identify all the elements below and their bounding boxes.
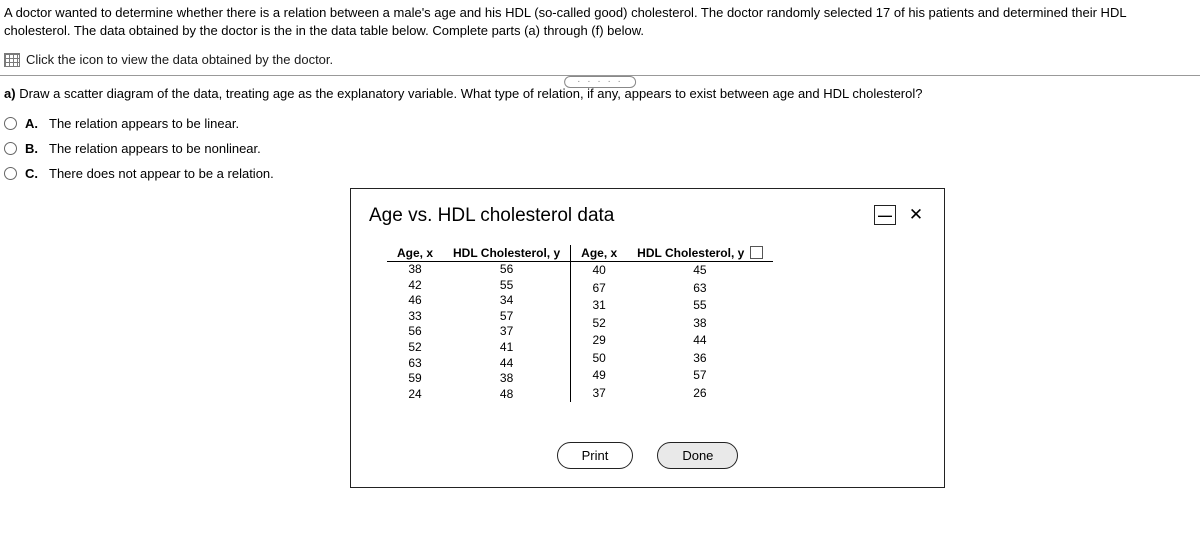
table-row: 2944 <box>571 332 773 350</box>
table-row: 4255 <box>387 278 571 294</box>
answer-options: A. The relation appears to be linear. B.… <box>0 107 1200 186</box>
option-letter: A. <box>25 116 41 131</box>
cell-hdl: 37 <box>443 324 571 340</box>
done-button[interactable]: Done <box>657 442 738 469</box>
cell-age: 38 <box>387 262 443 278</box>
minimize-button[interactable]: — <box>874 205 896 225</box>
part-a-label: a) <box>4 86 16 101</box>
cell-age: 46 <box>387 293 443 309</box>
data-table-left: Age, x HDL Cholesterol, y 38564255463433… <box>387 245 571 402</box>
cell-hdl: 38 <box>627 315 772 333</box>
print-button[interactable]: Print <box>557 442 634 469</box>
table-row: 2448 <box>387 387 571 403</box>
cell-age: 52 <box>387 340 443 356</box>
col-header-age: Age, x <box>387 245 443 262</box>
cell-hdl: 41 <box>443 340 571 356</box>
cell-age: 59 <box>387 371 443 387</box>
close-button[interactable]: ✕ <box>906 205 926 225</box>
cell-age: 49 <box>571 367 627 385</box>
cell-hdl: 26 <box>627 385 772 403</box>
cell-hdl: 56 <box>443 262 571 278</box>
problem-intro: A doctor wanted to determine whether the… <box>0 0 1200 48</box>
table-row: 3856 <box>387 262 571 278</box>
table-row: 4045 <box>571 262 773 280</box>
minimize-icon: — <box>878 207 892 223</box>
data-modal: Age vs. HDL cholesterol data — ✕ Age, x … <box>350 188 945 488</box>
cell-hdl: 57 <box>443 309 571 325</box>
col-header-hdl: HDL Cholesterol, y <box>627 245 772 262</box>
table-row: 4634 <box>387 293 571 309</box>
cell-age: 40 <box>571 262 627 280</box>
modal-controls: — ✕ <box>874 205 926 225</box>
table-row: 5938 <box>387 371 571 387</box>
cell-age: 33 <box>387 309 443 325</box>
cell-hdl: 36 <box>627 350 772 368</box>
option-b[interactable]: B. The relation appears to be nonlinear. <box>4 136 1200 161</box>
data-link-row: Click the icon to view the data obtained… <box>0 48 1200 75</box>
intro-text: A doctor wanted to determine whether the… <box>4 5 1126 38</box>
table-row: 3726 <box>571 385 773 403</box>
col-header-age: Age, x <box>571 245 627 262</box>
table-row: 5241 <box>387 340 571 356</box>
table-row: 6344 <box>387 356 571 372</box>
cell-age: 67 <box>571 280 627 298</box>
table-row: 5637 <box>387 324 571 340</box>
cell-age: 52 <box>571 315 627 333</box>
cell-hdl: 44 <box>443 356 571 372</box>
cell-hdl: 55 <box>443 278 571 294</box>
option-c[interactable]: C. There does not appear to be a relatio… <box>4 161 1200 186</box>
close-icon: ✕ <box>909 205 923 225</box>
col-header-hdl: HDL Cholesterol, y <box>443 245 571 262</box>
radio-icon[interactable] <box>4 167 17 180</box>
cell-age: 37 <box>571 385 627 403</box>
option-letter: C. <box>25 166 41 181</box>
cell-hdl: 57 <box>627 367 772 385</box>
cell-age: 56 <box>387 324 443 340</box>
cell-hdl: 48 <box>443 387 571 403</box>
data-link-text[interactable]: Click the icon to view the data obtained… <box>26 52 333 67</box>
modal-buttons: Print Done <box>369 402 926 469</box>
table-row: 3155 <box>571 297 773 315</box>
cell-age: 63 <box>387 356 443 372</box>
option-text: The relation appears to be linear. <box>49 116 239 131</box>
option-text: There does not appear to be a relation. <box>49 166 274 181</box>
table-row: 6763 <box>571 280 773 298</box>
modal-header: Age vs. HDL cholesterol data — ✕ <box>369 205 926 245</box>
modal-title: Age vs. HDL cholesterol data <box>369 205 614 245</box>
cell-hdl: 45 <box>627 262 772 280</box>
radio-icon[interactable] <box>4 117 17 130</box>
col-header-hdl-text: HDL Cholesterol, y <box>637 246 744 260</box>
table-icon[interactable] <box>4 53 20 67</box>
cell-age: 24 <box>387 387 443 403</box>
data-table-right: Age, x HDL Cholesterol, y 40456763315552… <box>571 245 773 402</box>
table-row: 5238 <box>571 315 773 333</box>
cell-hdl: 55 <box>627 297 772 315</box>
cell-hdl: 38 <box>443 371 571 387</box>
table-row: 5036 <box>571 350 773 368</box>
cell-age: 42 <box>387 278 443 294</box>
table-row: 4957 <box>571 367 773 385</box>
cell-age: 31 <box>571 297 627 315</box>
copy-icon[interactable] <box>752 248 763 259</box>
cell-hdl: 44 <box>627 332 772 350</box>
cell-age: 29 <box>571 332 627 350</box>
cell-hdl: 34 <box>443 293 571 309</box>
option-text: The relation appears to be nonlinear. <box>49 141 261 156</box>
part-a-text: Draw a scatter diagram of the data, trea… <box>19 86 922 101</box>
option-a[interactable]: A. The relation appears to be linear. <box>4 111 1200 136</box>
radio-icon[interactable] <box>4 142 17 155</box>
cell-hdl: 63 <box>627 280 772 298</box>
data-tables: Age, x HDL Cholesterol, y 38564255463433… <box>369 245 926 402</box>
option-letter: B. <box>25 141 41 156</box>
expand-handle[interactable]: · · · · · <box>564 76 636 88</box>
table-row: 3357 <box>387 309 571 325</box>
cell-age: 50 <box>571 350 627 368</box>
